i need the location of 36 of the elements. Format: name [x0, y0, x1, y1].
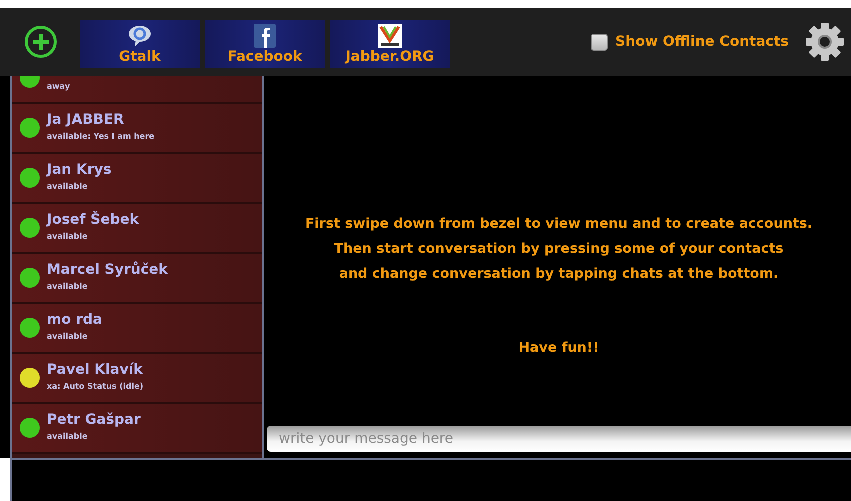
contact-item[interactable]: Josef Šebek available: [12, 204, 262, 254]
contact-name: Jan Krys: [47, 161, 112, 180]
message-field[interactable]: write your message here: [267, 426, 851, 452]
facebook-icon: [252, 24, 278, 48]
contact-item[interactable]: away: [12, 76, 262, 104]
add-icon[interactable]: [24, 25, 58, 59]
contact-item[interactable]: Marcel Syrůček available: [12, 254, 262, 304]
contact-name: Ja JABBER: [47, 111, 126, 130]
contact-name: Petr Gašpar: [47, 411, 141, 430]
contact-name: Pavel Klavík: [47, 361, 144, 380]
contact-status: available: [47, 431, 89, 443]
contact-status: away: [47, 81, 70, 93]
instructions-text: First swipe down from bezel to view menu and to create accounts. Then start conversation by pressing some of your contacts and change conversation by tapping chats at the bottom.: [305, 215, 813, 284]
contact-status: available: Yes I am here: [47, 131, 155, 143]
contact-item[interactable]: Ja JABBER available: Yes I am here: [12, 104, 262, 154]
jabber-logo-icon: [377, 24, 403, 48]
contact-status: available: [47, 231, 89, 243]
contact-name: Josef Šebek: [47, 210, 140, 230]
contact-item[interactable]: Jan Krys available: [12, 154, 262, 204]
contact-name: mo rda: [47, 311, 102, 330]
account-tab[interactable]: Gtalk: [80, 20, 200, 68]
account-tab[interactable]: Jabber.ORG: [330, 20, 450, 68]
greeting-text: Have fun!!: [518, 340, 600, 356]
contact-status: available: [47, 281, 89, 293]
contact-status: available: [47, 181, 89, 193]
checkbox-square[interactable]: [590, 34, 608, 50]
contact-item[interactable]: mo rda available: [12, 304, 262, 354]
offline-contacts-checkbox[interactable]: Show Offline Contacts: [590, 34, 789, 50]
contact-name: Marcel Syrůček: [47, 260, 168, 280]
contact-item[interactable]: Pavel Klavík xa: Auto Status (idle): [12, 354, 262, 404]
speech-bubble-icon: [127, 24, 153, 48]
settings-icon[interactable]: [805, 22, 845, 62]
contact-item[interactable]: Petr Gašpar available: [12, 404, 262, 454]
account-tab[interactable]: Facebook: [205, 20, 325, 68]
contact-status: available: [47, 331, 89, 343]
contact-status: xa: Auto Status (idle): [47, 381, 144, 393]
